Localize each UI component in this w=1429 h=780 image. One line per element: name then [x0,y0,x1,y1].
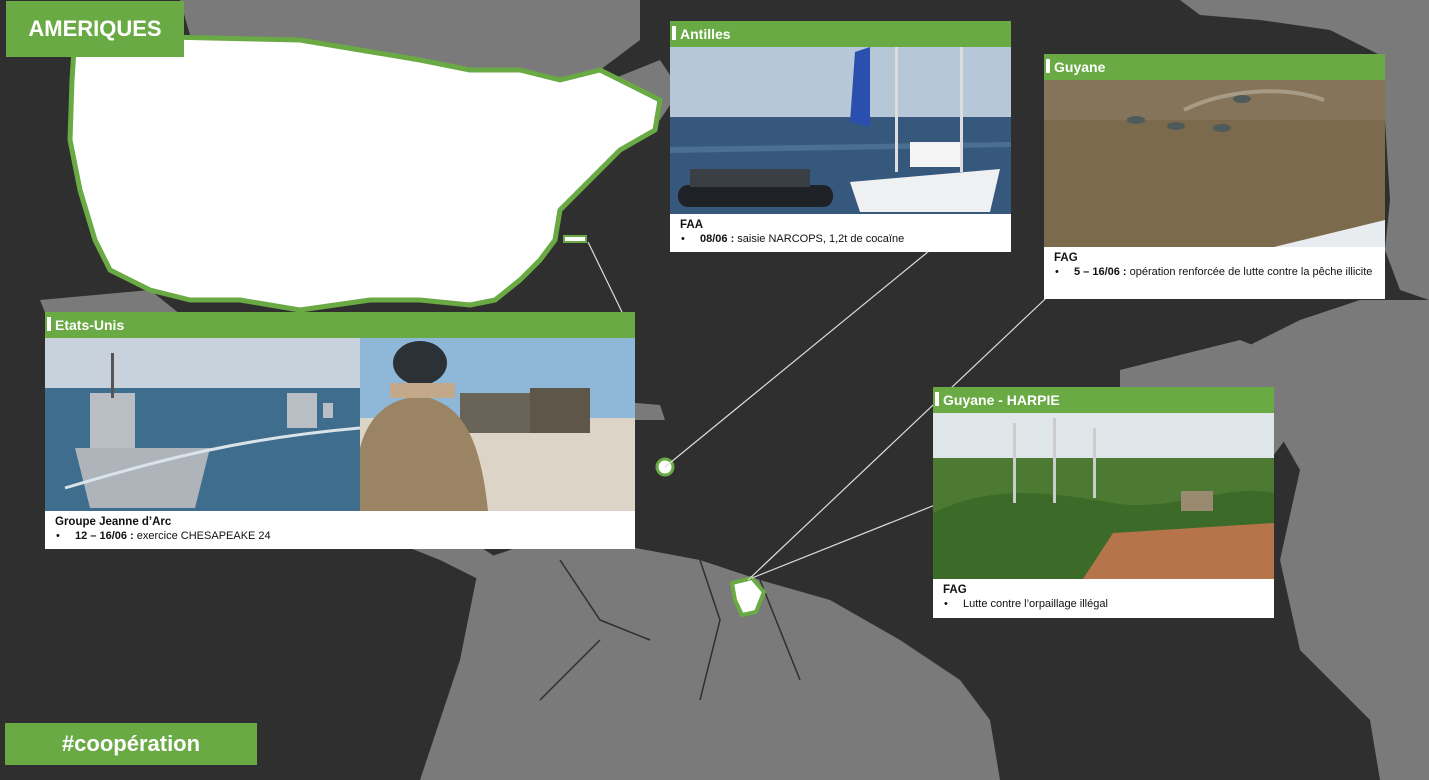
deforested-mining-site-photo [933,413,1274,579]
card-guyane-title: Guyane [1044,54,1385,80]
card-guyane-item: 5 – 16/06 : opération renforcée de lutte… [1054,265,1375,279]
warships-convoy-photo [45,338,360,511]
hashtag-text: #coopération [61,731,201,756]
card-etats-unis: Etats-Unis Groupe Jeanne d’Arc • 12 – 16… [45,312,635,549]
sailboat-boarding-photo [670,47,1011,214]
land-europe [1385,40,1429,300]
region-title-text: AMERIQUES [28,16,162,41]
card-harpie-body: FAG Lutte contre l’orpaillage illégal [933,579,1274,615]
card-guyane: Guyane FAG 5 – 16/06 : opération renforc… [1044,54,1385,299]
card-etats-unis-body: Groupe Jeanne d’Arc 12 – 16/06 : exercic… [45,511,635,547]
card-antilles: Antilles FAA 08/06 : saisie NARCOPS, 1,2… [670,21,1011,252]
card-guyane-org: FAG [1054,252,1078,264]
card-harpie-org: FAG [943,584,967,596]
soldier-beach-landing-photo [360,338,635,511]
card-antilles-title: Antilles [670,21,1011,47]
card-antilles-org: FAA [680,219,703,231]
card-harpie-item: Lutte contre l’orpaillage illégal [943,597,1264,611]
card-harpie: Guyane - HARPIE FAG Lutte contre l’orpai… [933,387,1274,618]
region-title: AMERIQUES [6,1,184,57]
card-antilles-item: 08/06 : saisie NARCOPS, 1,2t de cocaïne [680,232,1001,246]
ship-marker [563,235,587,243]
card-etats-unis-org: Groupe Jeanne d’Arc [55,516,172,528]
card-guyane-body: FAG 5 – 16/06 : opération renforcée de l… [1044,247,1385,283]
card-antilles-body: FAA 08/06 : saisie NARCOPS, 1,2t de coca… [670,214,1011,250]
hashtag-box: #coopération [5,723,257,765]
card-etats-unis-title: Etats-Unis [45,312,635,338]
card-harpie-title: Guyane - HARPIE [933,387,1274,413]
card-etats-unis-item: 12 – 16/06 : exercice CHESAPEAKE 24 [55,529,625,543]
aerial-river-boats-photo [1044,80,1385,247]
